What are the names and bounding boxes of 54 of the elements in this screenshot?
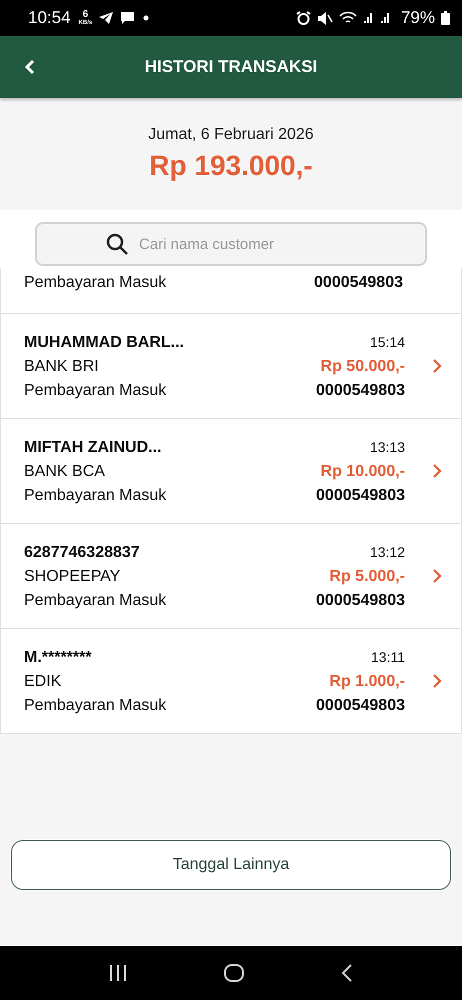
transaction-type: Pembayaran Masuk	[24, 590, 166, 610]
battery-icon	[441, 11, 450, 25]
reference-number: 0000549803	[316, 380, 405, 400]
payment-method: SHOPEEPAY	[24, 566, 120, 586]
back-icon[interactable]	[340, 963, 354, 983]
chevron-right-icon	[431, 674, 443, 688]
reference-number: 0000549803	[316, 590, 405, 610]
transaction-time: 13:12	[370, 542, 405, 562]
customer-name: 6287746328837	[24, 542, 140, 562]
transaction-type: Pembayaran Masuk	[24, 696, 166, 716]
wifi-icon	[338, 10, 357, 26]
transaction-row[interactable]: MIFTAH ZAINUD... BANK BCA Pembayaran Masuk 13:13 Rp 10.000,- 0000549803	[1, 419, 461, 524]
transaction-amount: Rp 1.000,-	[329, 672, 405, 692]
speed-value: 6	[82, 10, 88, 20]
reference-number: 0000549803	[316, 696, 405, 716]
chat-bubble-icon	[120, 11, 136, 25]
transaction-time: 13:11	[371, 648, 405, 666]
total-amount: Rp 193.000,-	[149, 150, 313, 182]
payment-method: EDIK	[24, 672, 62, 692]
payment-method: BANK BRI	[24, 356, 99, 376]
transaction-amount: Rp 50.000,-	[320, 356, 405, 376]
more-dates-button[interactable]: Tanggal Lainnya	[11, 840, 451, 890]
payment-method: BANK BCA	[24, 462, 105, 482]
transaction-time: 15:14	[370, 332, 405, 352]
transaction-row[interactable]: M.******** EDIK Pembayaran Masuk 13:11 Rp 1.000,- 0000549803	[1, 629, 461, 734]
alarm-icon	[296, 10, 311, 26]
paper-plane-icon	[98, 11, 114, 25]
reference-number: 0000549803	[314, 273, 403, 293]
clock-text: 10:54	[28, 8, 71, 28]
back-icon	[25, 59, 35, 75]
transaction-time: 13:13	[370, 438, 405, 456]
customer-name: MUHAMMAD BARL...	[24, 332, 184, 352]
chevron-right-icon	[431, 569, 443, 583]
transaction-type: Pembayaran Masuk	[24, 380, 166, 400]
transaction-type: Pembayaran Masuk	[24, 486, 166, 506]
search-field[interactable]: Cari nama customer	[35, 222, 427, 266]
customer-name: MIFTAH ZAINUD...	[24, 438, 162, 458]
transaction-row[interactable]: MUHAMMAD BARL... BANK BRI Pembayaran Masuk 15:14 Rp 50.000,- 0000549803	[1, 314, 461, 419]
home-icon[interactable]	[222, 963, 245, 983]
transaction-type: Pembayaran Masuk	[24, 273, 166, 293]
reference-number: 0000549803	[316, 486, 405, 506]
mute-icon	[316, 10, 333, 26]
date-text: Jumat, 6 Februari 2026	[148, 126, 314, 144]
page-title: HISTORI TRANSAKSI	[144, 57, 318, 77]
recent-apps-icon[interactable]	[108, 964, 128, 982]
battery-text: 79%	[400, 8, 435, 28]
chevron-right-icon	[431, 359, 443, 373]
transaction-amount: Rp 10.000,-	[320, 462, 405, 482]
transaction-amount: Rp 5.000,-	[329, 566, 405, 586]
search-icon	[105, 232, 129, 256]
chevron-right-icon	[431, 464, 443, 478]
customer-name: M.********	[24, 648, 92, 668]
dot-icon	[141, 15, 152, 21]
transaction-row[interactable]: 6287746328837 SHOPEEPAY Pembayaran Masuk 13:12 Rp 5.000,- 0000549803	[1, 524, 461, 629]
